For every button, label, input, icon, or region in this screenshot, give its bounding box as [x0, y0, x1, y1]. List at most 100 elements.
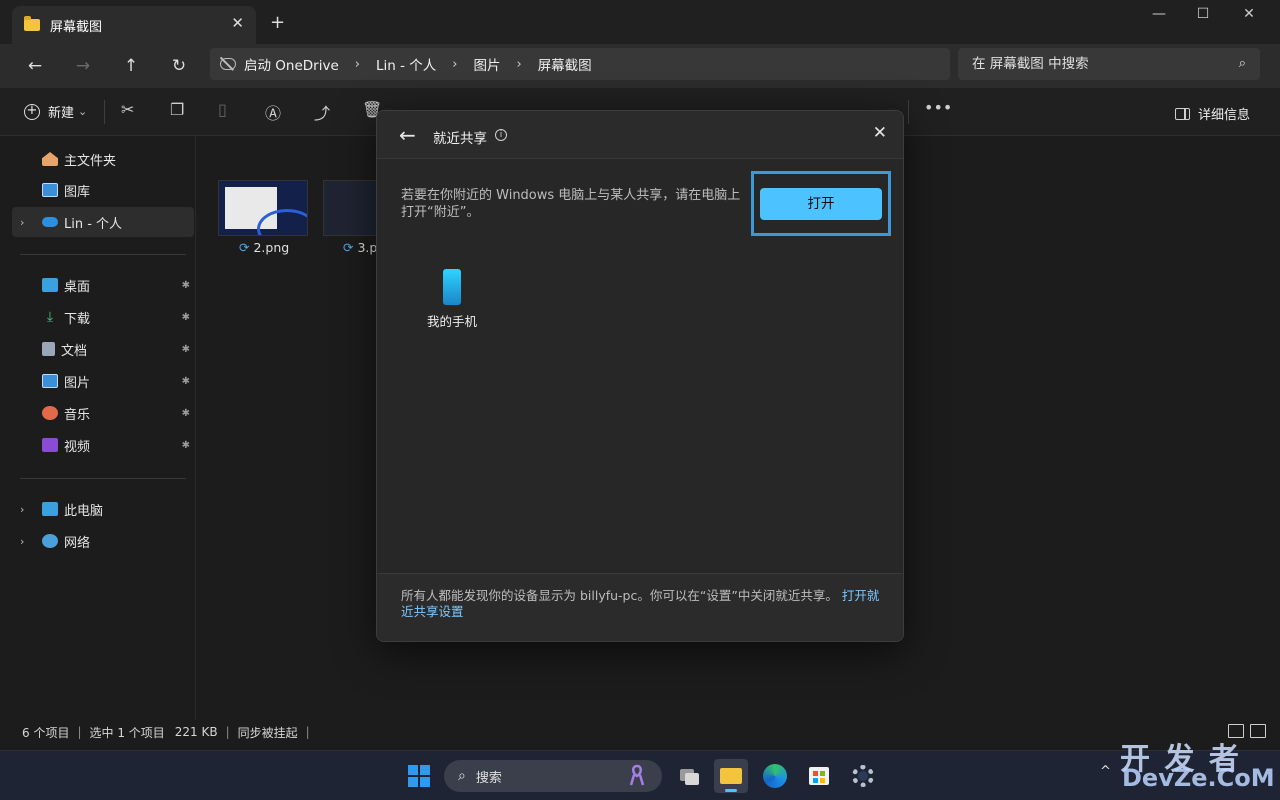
sidebar-item-label: 下载: [64, 311, 91, 327]
sidebar-item-desktop[interactable]: 桌面 ✱: [12, 270, 194, 300]
documents-icon: [42, 342, 55, 356]
edge-icon[interactable]: [758, 759, 792, 793]
divider: [908, 100, 909, 124]
sidebar-item-label: 网络: [64, 535, 91, 551]
sidebar-item-videos[interactable]: 视频 ✱: [12, 430, 194, 460]
status-sep: |: [225, 725, 230, 739]
address-bar[interactable]: 启动 OneDrive › Lin - 个人 › 图片 › 屏幕截图: [210, 48, 950, 80]
search-icon: ⌕: [1238, 56, 1246, 71]
breadcrumb-onedrive[interactable]: 启动 OneDrive: [244, 54, 339, 74]
sidebar-item-gallery[interactable]: 图库: [12, 175, 194, 205]
settings-icon[interactable]: [846, 759, 880, 793]
sidebar-item-pictures[interactable]: 图片 ✱: [12, 366, 194, 396]
details-button[interactable]: 详细信息: [1174, 104, 1250, 123]
chevron-right-icon[interactable]: ›: [20, 216, 24, 229]
close-tab-icon[interactable]: ✕: [231, 14, 244, 32]
taskbar: ⌕ 搜索: [0, 750, 1280, 800]
status-bar: 6 个项目 | 选中 1 个项目 221 KB | 同步被挂起 |: [0, 720, 1280, 744]
chevron-down-icon: ⌄: [78, 105, 88, 118]
device-name[interactable]: 我的手机: [427, 311, 477, 330]
task-view-icon[interactable]: [672, 759, 706, 793]
rename-icon[interactable]: Ⓐ: [265, 100, 281, 124]
cut-icon[interactable]: ✂: [121, 100, 134, 119]
sidebar-item-onedrive[interactable]: › Lin - 个人: [12, 207, 194, 237]
sidebar-item-label: 此电脑: [64, 503, 104, 519]
sync-pending-icon: ⟳: [239, 240, 250, 255]
refresh-button[interactable]: ↻: [166, 54, 192, 80]
file-name[interactable]: ⟳ 2.png: [239, 240, 289, 255]
breadcrumb-sep[interactable]: ›: [355, 57, 360, 72]
dialog-header: ← 就近共享 i ✕: [377, 111, 903, 159]
address-row: ← → ↑ ↻ 启动 OneDrive › Lin - 个人 › 图片 › 屏幕…: [0, 44, 1280, 88]
new-tab-button[interactable]: +: [270, 12, 285, 33]
file-name[interactable]: ⟳ 3.p: [343, 240, 377, 255]
taskbar-search[interactable]: ⌕ 搜索: [444, 760, 662, 792]
start-button[interactable]: [408, 765, 430, 787]
navigation-pane: 主文件夹 图库 › Lin - 个人 桌面 ✱ ⤓ 下载 ✱ 文档 ✱ 图片 ✱…: [0, 136, 196, 720]
plus-icon: +: [24, 103, 40, 120]
forward-button[interactable]: →: [70, 54, 96, 80]
status-sep: |: [305, 725, 310, 739]
sidebar-item-music[interactable]: 音乐 ✱: [12, 398, 194, 428]
tiles-view-icon[interactable]: [1250, 724, 1266, 738]
paste-icon[interactable]: ▯: [218, 100, 227, 119]
cloud-off-icon: [220, 58, 236, 70]
phone-icon[interactable]: [443, 269, 461, 305]
pictures-icon: [42, 374, 58, 388]
breadcrumb-pictures[interactable]: 图片: [473, 54, 500, 74]
pin-icon[interactable]: ✱: [182, 344, 190, 355]
pin-icon[interactable]: ✱: [182, 312, 190, 323]
pin-icon[interactable]: ✱: [182, 408, 190, 419]
back-arrow-icon[interactable]: ←: [399, 123, 416, 147]
desktop-icon: [42, 278, 58, 292]
sidebar-item-downloads[interactable]: ⤓ 下载 ✱: [12, 302, 194, 332]
breadcrumb-lin[interactable]: Lin - 个人: [376, 54, 436, 74]
sidebar-item-label: 文档: [61, 343, 88, 359]
pin-icon[interactable]: ✱: [182, 376, 190, 387]
sidebar-item-home[interactable]: 主文件夹: [12, 144, 194, 174]
minimize-button[interactable]: —: [1136, 6, 1182, 22]
store-icon[interactable]: [802, 759, 836, 793]
up-button[interactable]: ↑: [118, 54, 144, 80]
chevron-right-icon[interactable]: ›: [20, 535, 24, 548]
windows-logo-pane: [408, 765, 418, 775]
sidebar-item-documents[interactable]: 文档 ✱: [12, 334, 194, 364]
search-icon: ⌕: [458, 768, 466, 784]
turn-on-button[interactable]: 打开: [760, 188, 882, 220]
gallery-icon: [42, 183, 58, 197]
breadcrumb-sep[interactable]: ›: [452, 57, 457, 72]
file-explorer-icon[interactable]: [714, 759, 748, 793]
sidebar-item-label: 主文件夹: [64, 153, 117, 169]
dialog-body: 若要在你附近的 Windows 电脑上与某人共享，请在电脑上打开“附近”。 打开…: [377, 159, 903, 573]
pin-icon[interactable]: ✱: [182, 280, 190, 291]
divider: [20, 478, 186, 479]
file-thumbnail[interactable]: [218, 180, 308, 236]
more-options-icon[interactable]: •••: [924, 98, 952, 117]
sidebar-item-label: 图库: [64, 184, 91, 200]
tab-screenshots[interactable]: 屏幕截图 ✕: [12, 6, 256, 44]
close-window-button[interactable]: ✕: [1226, 6, 1272, 22]
dialog-footer: 所有人都能发现你的设备显示为 billyfu-pc。你可以在“设置”中关闭就近共…: [377, 573, 903, 641]
download-icon: ⤓: [46, 309, 54, 325]
divider: [104, 100, 105, 124]
maximize-button[interactable]: ☐: [1180, 6, 1226, 22]
pin-icon[interactable]: ✱: [182, 440, 190, 451]
back-button[interactable]: ←: [22, 54, 48, 80]
sidebar-item-this-pc[interactable]: › 此电脑: [12, 494, 194, 524]
sidebar-item-network[interactable]: › 网络: [12, 526, 194, 556]
chevron-up-icon[interactable]: ^: [1100, 764, 1111, 779]
folder-icon: [24, 16, 40, 31]
info-icon[interactable]: i: [495, 129, 507, 141]
close-icon[interactable]: ✕: [873, 123, 887, 143]
share-icon[interactable]: ⤴: [314, 100, 330, 124]
sidebar-item-label: 桌面: [64, 279, 91, 295]
chevron-right-icon[interactable]: ›: [20, 503, 24, 516]
breadcrumb-screenshots[interactable]: 屏幕截图: [538, 54, 592, 74]
new-button[interactable]: + 新建 ⌄: [24, 102, 87, 121]
search-input[interactable]: 在 屏幕截图 中搜索 ⌕: [958, 48, 1260, 80]
footer-text: 所有人都能发现你的设备显示为 billyfu-pc。你可以在“设置”中关闭就近共…: [401, 588, 883, 620]
watermark-logo: DevZe.CoM: [1122, 764, 1275, 792]
copy-icon[interactable]: ❐: [170, 100, 184, 119]
selected-count: 选中 1 个项目: [89, 725, 165, 740]
breadcrumb-sep[interactable]: ›: [516, 57, 521, 72]
